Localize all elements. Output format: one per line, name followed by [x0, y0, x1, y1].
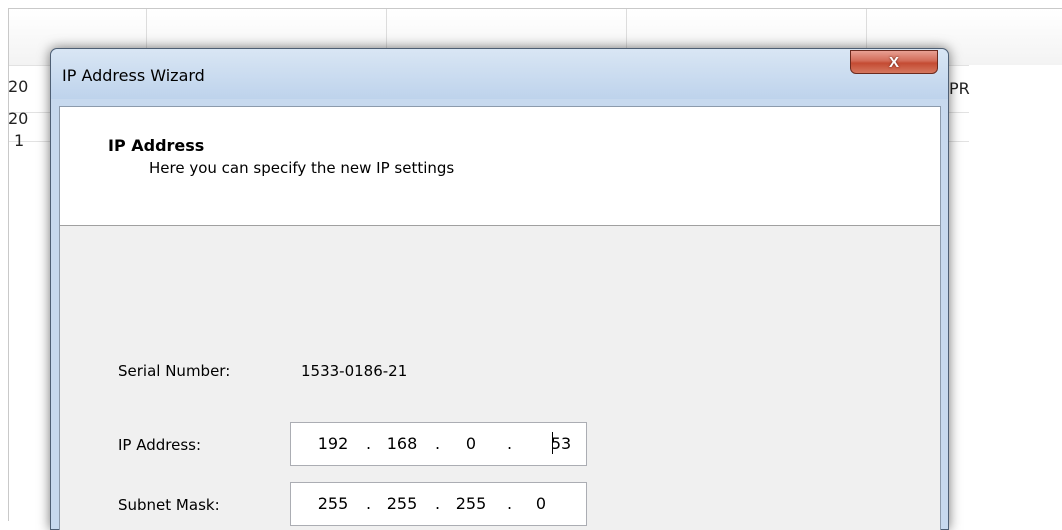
- serial-number-label: Serial Number:: [118, 362, 231, 380]
- octet-separator: .: [366, 434, 372, 453]
- wizard-header-banner: IP Address Here you can specify the new …: [60, 107, 940, 226]
- octet-separator: .: [507, 494, 513, 513]
- serial-number-value: 1533-0186-21: [301, 362, 408, 380]
- page-heading: IP Address: [108, 136, 205, 155]
- ip-address-label: IP Address:: [118, 436, 202, 454]
- mask-octet-1[interactable]: 255: [311, 494, 355, 513]
- ip-octet-4[interactable]: 53: [539, 434, 583, 453]
- ip-octet-3[interactable]: 0: [449, 434, 493, 453]
- background-column-fragment: PR: [949, 79, 970, 98]
- subnet-mask-input[interactable]: 255 . 255 . 255 . 0: [290, 482, 587, 526]
- background-row-text: 20: [8, 77, 29, 96]
- mask-octet-3[interactable]: 255: [449, 494, 493, 513]
- background-row-text: 20: [8, 109, 29, 128]
- mask-octet-4[interactable]: 0: [519, 494, 563, 513]
- dialog-title: IP Address Wizard: [62, 66, 205, 85]
- ip-address-input[interactable]: 192 . 168 . 0 . 53: [290, 422, 587, 466]
- ip-address-wizard-dialog: IP Address Wizard X IP Address Here you …: [50, 48, 949, 530]
- close-icon: X: [888, 53, 899, 71]
- text-caret: [552, 432, 553, 454]
- octet-separator: .: [366, 494, 372, 513]
- subnet-mask-label: Subnet Mask:: [118, 496, 220, 514]
- mask-octet-2[interactable]: 255: [380, 494, 424, 513]
- background-row-text: 1: [14, 131, 25, 150]
- ip-octet-1[interactable]: 192: [311, 434, 355, 453]
- octet-separator: .: [507, 434, 513, 453]
- close-button[interactable]: X: [850, 50, 938, 74]
- dialog-client-area: IP Address Here you can specify the new …: [59, 106, 941, 530]
- page-subheading: Here you can specify the new IP settings: [149, 159, 455, 177]
- ip-octet-2[interactable]: 168: [380, 434, 424, 453]
- octet-separator: .: [435, 434, 441, 453]
- octet-separator: .: [435, 494, 441, 513]
- dialog-titlebar[interactable]: IP Address Wizard X: [51, 49, 948, 99]
